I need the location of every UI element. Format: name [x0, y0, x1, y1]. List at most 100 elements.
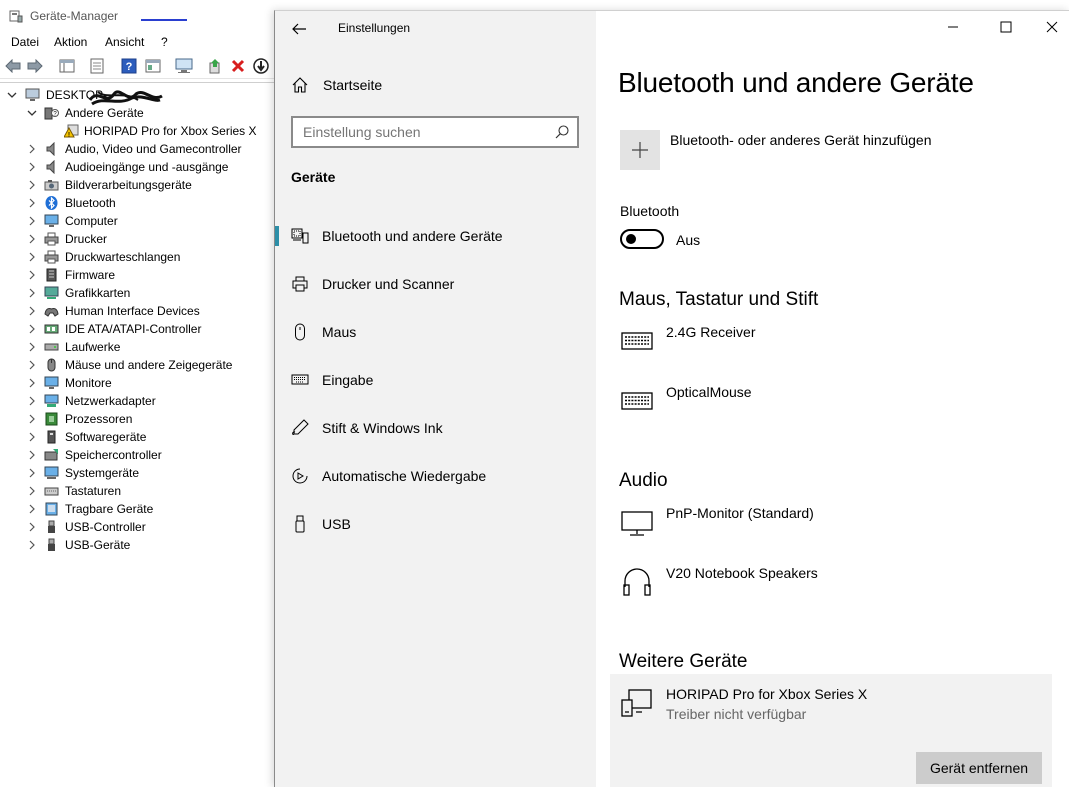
chevron-right-icon[interactable]	[27, 302, 37, 320]
chevron-right-icon[interactable]	[27, 428, 37, 446]
tree-label: Speichercontroller	[65, 448, 162, 462]
search-input[interactable]	[303, 124, 543, 140]
nav-bluetooth-devices[interactable]: Bluetooth und andere Geräte	[275, 214, 596, 258]
view-icon[interactable]	[144, 57, 162, 75]
console-tree-icon[interactable]	[58, 57, 76, 75]
add-device-label[interactable]: Bluetooth- oder anderes Gerät hinzufügen	[670, 132, 932, 148]
tree-item-firmware[interactable]: Firmware	[0, 266, 276, 284]
nav-drucker-scanner[interactable]: Drucker und Scanner	[275, 262, 596, 306]
tree-item-drucker[interactable]: Drucker	[0, 230, 276, 248]
tree-item-audio-io[interactable]: Audioeingänge und -ausgänge	[0, 158, 276, 176]
nav-stift-windows-ink[interactable]: Stift & Windows Ink	[275, 406, 596, 450]
device-horipad[interactable]: HORIPAD Pro for Xbox Series X Treiber ni…	[620, 686, 1060, 726]
menu-ansicht[interactable]: Ansicht	[105, 35, 144, 49]
chevron-right-icon[interactable]	[27, 266, 37, 284]
chevron-right-icon[interactable]	[27, 410, 37, 428]
tree-item-systemgeraete[interactable]: Systemgeräte	[0, 464, 276, 482]
device-v20-speakers[interactable]: V20 Notebook Speakers	[620, 565, 1060, 605]
chevron-right-icon[interactable]	[27, 158, 37, 176]
tree-item-druckwarteschlangen[interactable]: Druckwarteschlangen	[0, 248, 276, 266]
autoplay-icon	[292, 468, 308, 484]
tree-item-audio-video[interactable]: Audio, Video und Gamecontroller	[0, 140, 276, 158]
chevron-right-icon[interactable]	[27, 356, 37, 374]
tree-item-prozessoren[interactable]: Prozessoren	[0, 410, 276, 428]
tree-item-tastaturen[interactable]: Tastaturen	[0, 482, 276, 500]
back-arrow-icon[interactable]	[289, 19, 309, 39]
settings-search-box[interactable]	[291, 116, 579, 148]
tree-label: Human Interface Devices	[65, 304, 200, 318]
device-2-4g-receiver[interactable]: 2.4G Receiver	[620, 324, 1060, 364]
chevron-right-icon[interactable]	[27, 482, 37, 500]
menu-help[interactable]: ?	[161, 35, 168, 49]
menu-aktion[interactable]: Aktion	[54, 35, 87, 49]
close-button[interactable]	[1029, 11, 1069, 43]
update-driver-icon[interactable]	[206, 57, 224, 75]
tree-item-computer[interactable]: Computer	[0, 212, 276, 230]
chevron-right-icon[interactable]	[27, 500, 37, 518]
tree-item-bluetooth[interactable]: Bluetooth	[0, 194, 276, 212]
chevron-right-icon[interactable]	[27, 446, 37, 464]
tree-item-monitore[interactable]: Monitore	[0, 374, 276, 392]
chevron-right-icon[interactable]	[27, 140, 37, 158]
tree-label: Bluetooth	[65, 196, 116, 210]
tree-item-horipad[interactable]: ! HORIPAD Pro for Xbox Series X	[0, 122, 276, 140]
cpu-icon	[45, 412, 58, 426]
scan-hardware-icon[interactable]	[175, 57, 193, 75]
chevron-right-icon[interactable]	[27, 320, 37, 338]
chevron-right-icon[interactable]	[27, 194, 37, 212]
tree-root[interactable]: DESKTOP-	[0, 86, 276, 106]
chevron-right-icon[interactable]	[27, 464, 37, 482]
properties-icon[interactable]	[88, 57, 106, 75]
chevron-right-icon[interactable]	[27, 212, 37, 230]
uninstall-red-x-icon[interactable]	[229, 57, 247, 75]
nav-label: USB	[322, 516, 351, 532]
chevron-down-icon[interactable]	[27, 104, 37, 122]
tree-item-softwaregeraete[interactable]: Softwaregeräte	[0, 428, 276, 446]
tree-item-netzwerkadapter[interactable]: Netzwerkadapter	[0, 392, 276, 410]
tree-item-usb-geraete[interactable]: USB-Geräte	[0, 536, 276, 554]
speaker-icon	[46, 142, 55, 156]
tree-item-ide[interactable]: IDE ATA/ATAPI-Controller	[0, 320, 276, 338]
nav-eingabe[interactable]: Eingabe	[275, 358, 596, 402]
search-icon[interactable]	[555, 125, 569, 139]
chevron-right-icon[interactable]	[27, 284, 37, 302]
bluetooth-devices-icon	[291, 228, 309, 244]
tree-item-andere-geraete[interactable]: ? Andere Geräte	[0, 104, 276, 122]
forward-arrow-icon[interactable]	[26, 57, 44, 75]
nav-usb[interactable]: USB	[275, 502, 596, 546]
device-optical-mouse[interactable]: OpticalMouse	[620, 384, 1060, 424]
chevron-down-icon[interactable]	[7, 86, 17, 104]
tree-item-speichercontroller[interactable]: Speichercontroller	[0, 446, 276, 464]
device-pnp-monitor[interactable]: PnP-Monitor (Standard)	[620, 505, 1060, 545]
chevron-right-icon[interactable]	[27, 536, 37, 554]
tree-item-maeuse[interactable]: Mäuse und andere Zeigegeräte	[0, 356, 276, 374]
nav-automatische-wiedergabe[interactable]: Automatische Wiedergabe	[275, 454, 596, 498]
headphones-icon	[623, 568, 651, 596]
chevron-right-icon[interactable]	[27, 338, 37, 356]
add-device-button[interactable]	[620, 130, 660, 170]
minimize-button[interactable]	[930, 11, 976, 43]
remove-device-button[interactable]: Gerät entfernen	[916, 752, 1042, 784]
tree-item-grafikkarten[interactable]: Grafikkarten	[0, 284, 276, 302]
disable-device-icon[interactable]	[252, 57, 270, 75]
nav-maus[interactable]: Maus	[275, 310, 596, 354]
tree-item-laufwerke[interactable]: Laufwerke	[0, 338, 276, 356]
chevron-right-icon[interactable]	[27, 518, 37, 536]
tree-item-tragbare-geraete[interactable]: Tragbare Geräte	[0, 500, 276, 518]
chevron-right-icon[interactable]	[27, 230, 37, 248]
tree-label: Audioeingänge und -ausgänge	[65, 160, 229, 174]
chevron-right-icon[interactable]	[27, 248, 37, 266]
tree-item-usb-controller[interactable]: USB-Controller	[0, 518, 276, 536]
settings-window: Einstellungen Startseite Geräte Bluetoot…	[274, 10, 1069, 787]
tree-item-hid[interactable]: Human Interface Devices	[0, 302, 276, 320]
chevron-right-icon[interactable]	[27, 374, 37, 392]
tree-item-imaging[interactable]: Bildverarbeitungsgeräte	[0, 176, 276, 194]
help-icon[interactable]: ?	[120, 57, 138, 75]
bluetooth-toggle[interactable]	[620, 229, 664, 249]
chevron-right-icon[interactable]	[27, 176, 37, 194]
menu-datei[interactable]: Datei	[11, 35, 39, 49]
maximize-button[interactable]	[983, 11, 1029, 43]
svg-text:?: ?	[126, 61, 133, 73]
chevron-right-icon[interactable]	[27, 392, 37, 410]
back-arrow-icon[interactable]	[4, 57, 22, 75]
